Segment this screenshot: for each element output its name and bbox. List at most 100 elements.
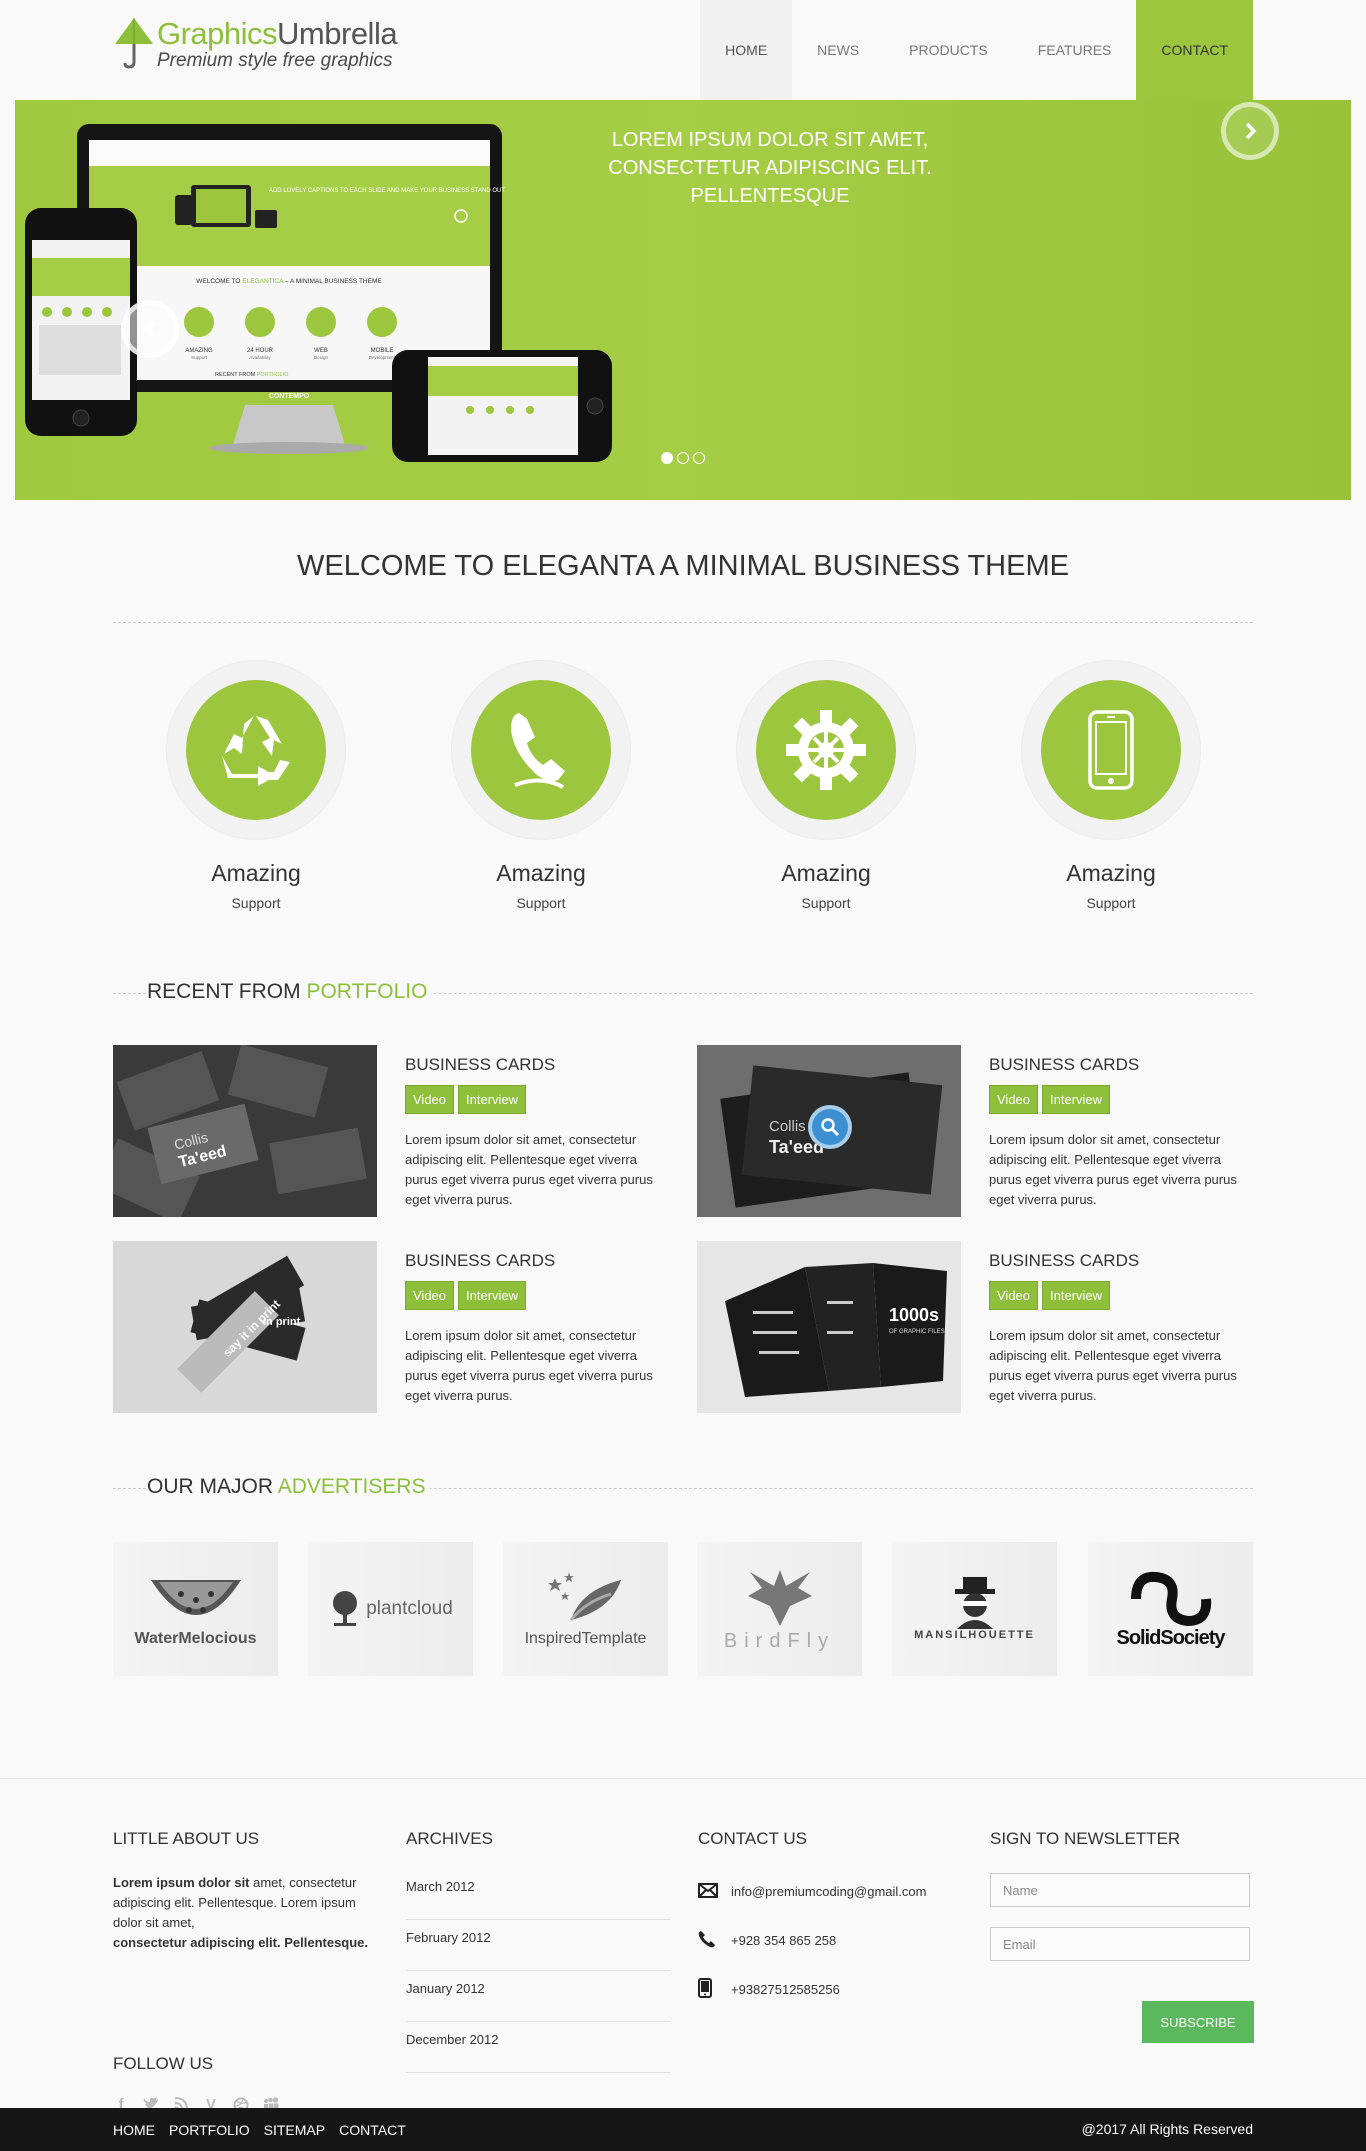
portfolio-item: 1000s OF GRAPHIC FILES BUSINESS CARDS Vi… [697, 1241, 1267, 1413]
footer-archives: ARCHIVES March 2012 February 2012 Januar… [406, 1829, 671, 2073]
contact-email: info@premiumcoding@gmail.com [698, 1867, 963, 1916]
brand-tagline: Premium style free graphics [157, 50, 393, 71]
nav-item-home[interactable]: HOME [700, 0, 793, 100]
feature-support[interactable]: Amazing Support [441, 660, 641, 911]
advertiser-logo-birdfly[interactable]: BirdFly [697, 1542, 862, 1676]
interview-button[interactable]: Interview [1042, 1085, 1111, 1114]
video-button[interactable]: Video [989, 1281, 1039, 1310]
advertisers-heading: OUR MAJOR ADVERTISERS [113, 1475, 1253, 1505]
slider-dot-3[interactable] [693, 452, 705, 464]
mobile-icon [698, 1978, 712, 1998]
portfolio-thumbnail[interactable]: say it in print in print [113, 1241, 377, 1413]
footer-heading: CONTACT US [698, 1829, 807, 1848]
bottom-link-home[interactable]: HOME [113, 2122, 155, 2138]
feature-title: Amazing [211, 860, 301, 886]
footer-newsletter: SIGN TO NEWSLETTER SUBSCRIBE [990, 1829, 1255, 2059]
contact-phone: +928 354 865 258 [698, 1916, 963, 1965]
phone-text[interactable]: +928 354 865 258 [731, 1933, 836, 1948]
bottom-link-contact[interactable]: CONTACT [339, 2122, 406, 2138]
thumb-text: in print [263, 1316, 301, 1328]
mockup-feature-sub: Design [314, 355, 329, 360]
brand-name: GraphicsUmbrella [157, 16, 398, 51]
advertiser-logo-plantcloud[interactable]: plantcloud [308, 1542, 473, 1676]
interview-button[interactable]: Interview [1042, 1281, 1111, 1310]
portfolio-description: Lorem ipsum dolor sit amet, consectetur … [405, 1328, 653, 1403]
thumb-text: 1000s [889, 1305, 939, 1325]
feature-subtitle: Support [1086, 895, 1136, 911]
nav-item-features[interactable]: FEATURES [1013, 0, 1137, 100]
gear-icon [786, 710, 866, 790]
slider-pagination [661, 452, 705, 464]
advertiser-logo-solidsociety[interactable]: SolidSociety [1088, 1542, 1253, 1676]
site-header: GraphicsUmbrella Premium style free grap… [0, 0, 1366, 100]
advertiser-logo-watermelocious[interactable]: WaterMelocious [113, 1542, 278, 1676]
footer-heading: LITTLE ABOUT US [113, 1829, 260, 1848]
thumb-text: OF GRAPHIC FILES [889, 1329, 945, 1335]
slider-dot-2[interactable] [677, 452, 689, 464]
hero-slider: ADD LOVELY CAPTIONS TO EACH SLIDE AND MA… [15, 100, 1351, 500]
advertiser-name: BirdFly [723, 1629, 836, 1652]
feature-support[interactable]: Amazing Support [1011, 660, 1211, 911]
section-title: RECENT FROM PORTFOLIO [147, 980, 432, 1004]
portfolio-thumbnail[interactable]: 1000s OF GRAPHIC FILES [697, 1241, 961, 1413]
interview-button[interactable]: Interview [458, 1281, 527, 1310]
footer-about: LITTLE ABOUT US Lorem ipsum dolor sit am… [113, 1829, 378, 2113]
zoom-button[interactable] [808, 1105, 852, 1149]
portfolio-thumbnail[interactable]: Collis Ta'eed [697, 1045, 961, 1217]
nav-item-products[interactable]: PRODUCTS [884, 0, 1013, 100]
newsletter-name-input[interactable] [990, 1873, 1250, 1907]
video-button[interactable]: Video [405, 1281, 455, 1310]
feature-subtitle: Support [231, 895, 281, 911]
section-title: OUR MAJOR ADVERTISERS [147, 1475, 430, 1499]
advertiser-name: MANSILHOUETTE [914, 1629, 1035, 1641]
advertiser-logo-inspiredtemplate[interactable]: InspiredTemplate [503, 1542, 668, 1676]
watermelon-icon [150, 1580, 241, 1615]
feature-support[interactable]: Amazing Support [726, 660, 926, 911]
email-text[interactable]: info@premiumcoding@gmail.com [731, 1884, 926, 1899]
bottom-link-sitemap[interactable]: SITEMAP [264, 2122, 325, 2138]
portfolio-item: Collis Ta'eed BUSINESS CARDS Video Inter… [697, 1045, 1267, 1217]
feature-support[interactable]: Amazing Support [156, 660, 356, 911]
portfolio-title: BUSINESS CARDS [405, 1055, 556, 1074]
footer-heading: FOLLOW US [113, 2054, 214, 2073]
thumb-text: Collis [769, 1118, 806, 1135]
main-nav: HOME NEWS PRODUCTS FEATURES CONTACT [700, 0, 1253, 100]
archive-link[interactable]: January 2012 [406, 1971, 671, 2022]
feature-title: Amazing [1066, 860, 1156, 886]
tree-icon [333, 1591, 358, 1626]
video-button[interactable]: Video [989, 1085, 1039, 1114]
advertiser-name: InspiredTemplate [524, 1630, 647, 1647]
interview-button[interactable]: Interview [458, 1085, 527, 1114]
advertiser-name: WaterMelocious [134, 1630, 257, 1647]
slider-next-button[interactable] [1221, 102, 1279, 160]
archive-link[interactable]: March 2012 [406, 1869, 671, 1920]
logo[interactable]: GraphicsUmbrella Premium style free grap… [113, 10, 403, 74]
mobile-text[interactable]: +93827512585256 [731, 1982, 840, 1997]
wing-icon [547, 1572, 621, 1621]
divider [113, 622, 1253, 623]
video-button[interactable]: Video [405, 1085, 455, 1114]
about-text: Lorem ipsum dolor sit amet, consectetur … [113, 1875, 369, 1950]
portfolio-title: BUSINESS CARDS [989, 1251, 1140, 1270]
slider-dot-1[interactable] [661, 452, 673, 464]
feature-subtitle: Support [801, 895, 851, 911]
portfolio-description: Lorem ipsum dolor sit amet, consectetur … [989, 1132, 1237, 1207]
advertiser-logo-mansilhouette[interactable]: MANSILHOUETTE [892, 1542, 1057, 1676]
subscribe-button[interactable]: SUBSCRIBE [1142, 2001, 1254, 2043]
archive-link[interactable]: February 2012 [406, 1920, 671, 1971]
solid-society-icon [1130, 1571, 1211, 1626]
portfolio-title: BUSINESS CARDS [405, 1251, 556, 1270]
mockup-feature-sub: Availability [249, 355, 271, 360]
archive-link[interactable]: December 2012 [406, 2022, 671, 2073]
slider-prev-button[interactable] [121, 300, 179, 358]
mockup-monitor-label: CONTEMPO [269, 393, 310, 400]
portfolio-description: Lorem ipsum dolor sit amet, consectetur … [405, 1132, 653, 1207]
phone-icon [698, 1931, 715, 1948]
portfolio-description: Lorem ipsum dolor sit amet, consectetur … [989, 1328, 1237, 1403]
newsletter-email-input[interactable] [990, 1927, 1250, 1961]
bottom-link-portfolio[interactable]: PORTFOLIO [169, 2122, 250, 2138]
nav-item-contact[interactable]: CONTACT [1136, 0, 1253, 100]
portfolio-thumbnail[interactable]: Collis Ta'eed [113, 1045, 377, 1217]
nav-item-news[interactable]: NEWS [792, 0, 884, 100]
footer-heading: ARCHIVES [406, 1829, 493, 1848]
